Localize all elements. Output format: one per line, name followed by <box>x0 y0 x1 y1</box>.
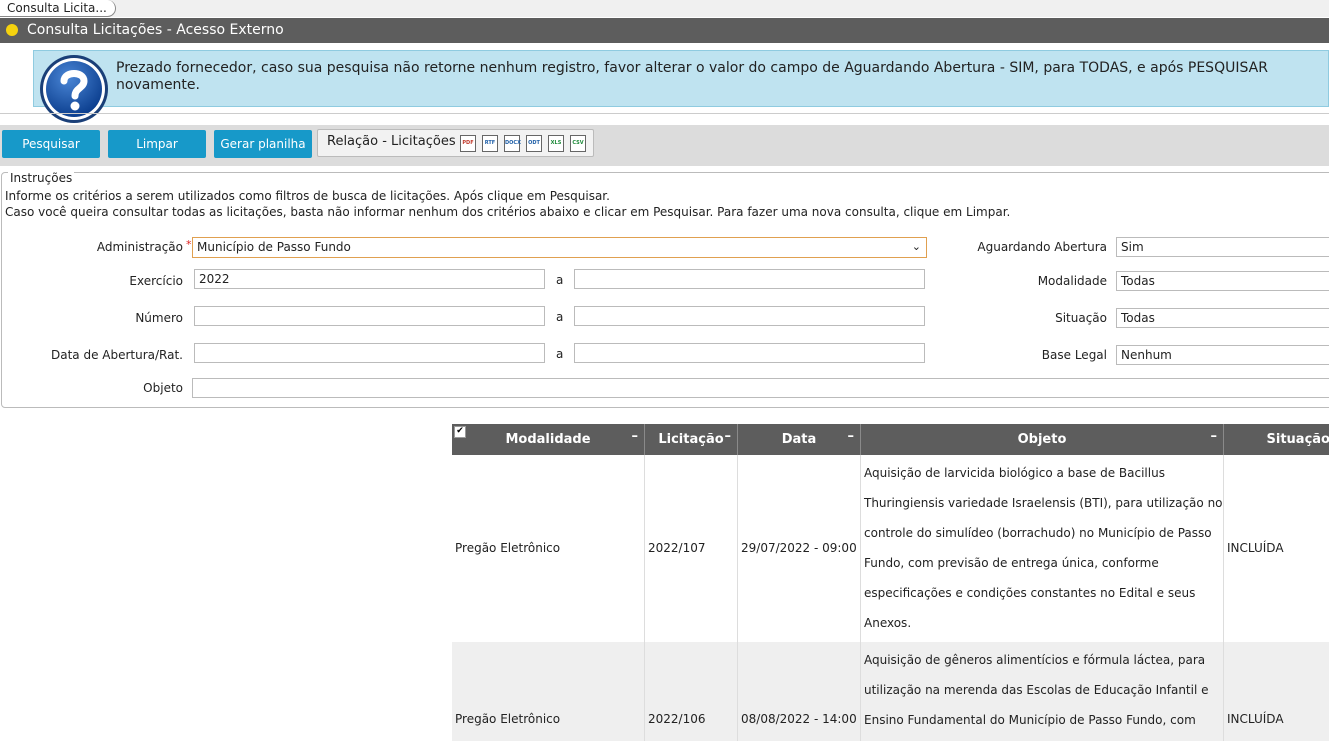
relation-export-box: Relação - Licitações PDF RTF DOCX ODT XL… <box>317 129 594 157</box>
cell-data: 08/08/2022 - 14:00 <box>741 712 857 726</box>
collapse-icon[interactable]: – <box>1211 424 1218 452</box>
cell-objeto: Aquisição de gêneros alimentícios e fórm… <box>861 642 1224 741</box>
generate-sheet-button[interactable]: Gerar planilha <box>214 130 312 158</box>
required-marker: * <box>186 238 192 251</box>
toolbar: Pesquisar Limpar Gerar planilha Relação … <box>0 125 1329 166</box>
administracao-label: Administração <box>96 240 183 254</box>
collapse-icon[interactable]: – <box>632 424 639 452</box>
collapse-icon[interactable]: – <box>725 424 732 452</box>
column-header-label: Licitação <box>658 432 724 447</box>
rtf-export-icon[interactable]: RTF <box>482 135 498 152</box>
window-title: Consulta Licitações - Acesso Externo <box>27 22 284 38</box>
range-separator: a <box>556 347 564 361</box>
exercicio-to-input[interactable] <box>574 269 925 289</box>
data-to-input[interactable] <box>574 343 925 363</box>
chevron-down-icon: ⌄ <box>911 240 921 253</box>
results-grid: ✔ Modalidade – Licitação – Data – Objeto… <box>452 424 1329 741</box>
cell-licitacao: 2022/107 <box>648 541 706 555</box>
xls-export-icon[interactable]: XLS <box>548 135 564 152</box>
search-button[interactable]: Pesquisar <box>2 130 100 158</box>
divider <box>0 113 1329 114</box>
instructions-legend: Instruções <box>8 171 75 185</box>
column-header-label: Data <box>781 432 817 447</box>
administracao-value: Município de Passo Fundo <box>197 240 351 254</box>
situacao-select[interactable]: Todas <box>1116 308 1329 328</box>
base-legal-label: Base Legal <box>1041 348 1107 362</box>
relation-label: Relação - Licitações <box>327 134 456 149</box>
help-question-icon <box>40 55 108 123</box>
window-title-bar: Consulta Licitações - Acesso Externo <box>0 18 1329 43</box>
column-header-data[interactable]: Data – <box>738 424 861 455</box>
column-header-label: Objeto <box>1017 432 1067 447</box>
administracao-select[interactable]: Município de Passo Fundo ⌄ <box>192 237 927 258</box>
cell-modalidade: Pregão Eletrônico <box>455 541 561 555</box>
base-legal-select[interactable]: Nenhum <box>1116 345 1329 365</box>
cell-situacao: INCLUÍDA <box>1227 541 1284 555</box>
cell-situacao: INCLUÍDA <box>1227 712 1284 726</box>
numero-to-input[interactable] <box>574 306 925 326</box>
data-from-input[interactable] <box>194 343 545 363</box>
objeto-input[interactable] <box>192 378 1329 398</box>
cell-licitacao: 2022/106 <box>648 712 706 726</box>
select-all-checkbox[interactable]: ✔ <box>454 426 466 438</box>
numero-from-input[interactable] <box>194 306 545 326</box>
column-header-label: Situação <box>1266 432 1329 447</box>
table-row[interactable]: Pregão Eletrônico 2022/106 08/08/2022 - … <box>452 642 1329 741</box>
instructions-line-2: Caso você queira consultar todas as lici… <box>5 205 1011 219</box>
exercicio-label: Exercício <box>129 274 183 288</box>
exercicio-from-input[interactable]: 2022 <box>194 269 545 289</box>
instructions-line-1: Informe os critérios a serem utilizados … <box>5 189 610 203</box>
column-header-licitacao[interactable]: Licitação – <box>645 424 738 455</box>
column-header-situacao[interactable]: Situação <box>1224 424 1329 455</box>
column-header-objeto[interactable]: Objeto – <box>861 424 1224 455</box>
column-header-modalidade[interactable]: ✔ Modalidade – <box>452 424 645 455</box>
csv-export-icon[interactable]: CSV <box>570 135 586 152</box>
pdf-export-icon[interactable]: PDF <box>460 135 476 152</box>
data-abertura-label: Data de Abertura/Rat. <box>50 348 183 362</box>
collapse-icon[interactable]: – <box>848 424 855 452</box>
notice-text: Prezado fornecedor, caso sua pesquisa nã… <box>116 60 1268 93</box>
situacao-label: Situação <box>1055 311 1107 325</box>
info-notice: Prezado fornecedor, caso sua pesquisa nã… <box>33 50 1329 107</box>
objeto-label: Objeto <box>143 381 183 395</box>
numero-label: Número <box>135 311 183 325</box>
cell-objeto: Aquisição de larvicida biológico a base … <box>861 455 1224 642</box>
clear-button[interactable]: Limpar <box>108 130 206 158</box>
aguardando-label: Aguardando Abertura <box>977 240 1107 254</box>
status-dot-icon <box>6 24 18 36</box>
odt-export-icon[interactable]: ODT <box>526 135 542 152</box>
range-separator: a <box>556 310 564 324</box>
range-separator: a <box>556 273 564 287</box>
modalidade-select[interactable]: Todas <box>1116 271 1329 291</box>
modalidade-label: Modalidade <box>1037 274 1107 288</box>
cell-modalidade: Pregão Eletrônico <box>455 712 561 726</box>
docx-export-icon[interactable]: DOCX <box>504 135 521 152</box>
aguardando-select[interactable]: Sim <box>1116 237 1329 257</box>
tab-consulta-licitacoes[interactable]: Consulta Licita... <box>0 0 116 17</box>
column-header-label: Modalidade <box>505 432 591 447</box>
table-row[interactable]: Pregão Eletrônico 2022/107 29/07/2022 - … <box>452 455 1329 642</box>
tab-bar: Consulta Licita... <box>0 0 1329 17</box>
cell-data: 29/07/2022 - 09:00 <box>741 541 857 555</box>
